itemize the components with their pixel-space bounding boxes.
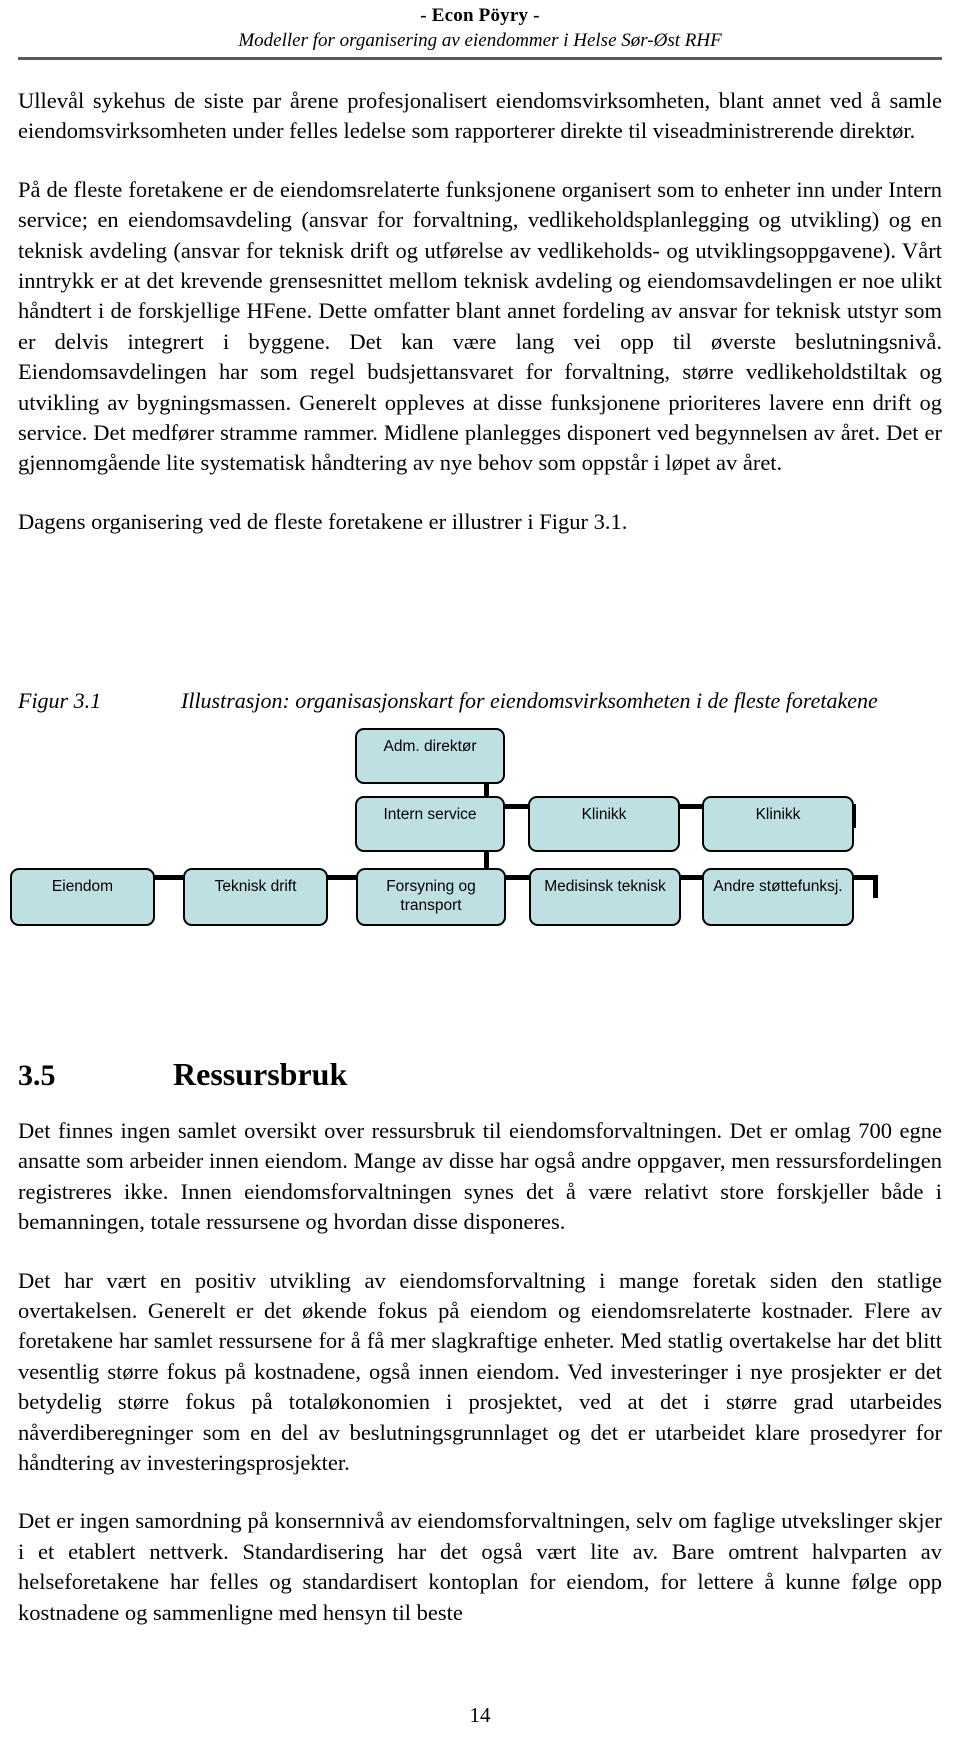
org-node-teknisk-drift: Teknisk drift — [183, 868, 328, 926]
paragraph-ullevaal: Ullevål sykehus de siste par årene profe… — [18, 88, 942, 144]
paragraph-positiv-utvikling: Det har vært en positiv utvikling av eie… — [18, 1267, 942, 1476]
section-number: 3.5 — [18, 1059, 56, 1092]
running-header: - Econ Pöyry - Modeller for organisering… — [0, 0, 960, 53]
org-node-label: Medisinsk teknisk — [544, 878, 666, 895]
org-node-adm-direktor: Adm. direktør — [355, 728, 505, 784]
paragraph-samordning: Det er ingen samordning på konsernnivå a… — [18, 1508, 942, 1625]
organisation-chart: Adm. direktør Intern service Klinikk Kli… — [0, 718, 960, 950]
paragraph-figure-reference: Dagens organisering ved de fleste foreta… — [18, 508, 628, 534]
figure-caption: Figur 3.1 Illustrasjon: organisasjonskar… — [18, 686, 942, 716]
org-node-klinikk-1: Klinikk — [528, 796, 680, 852]
org-node-andre-stottefunksjoner: Andre støttefunksj. — [702, 868, 854, 926]
org-node-forsyning-og-transport: Forsyning og transport — [356, 868, 506, 926]
section-heading-ressursbruk: 3.5 Ressursbruk — [18, 1055, 942, 1095]
page-number: 14 — [469, 1703, 491, 1727]
section-title: Ressursbruk — [173, 1056, 348, 1092]
connector-drop-andre — [873, 875, 878, 898]
org-node-eiendom: Eiendom — [10, 868, 155, 926]
paragraph-organisering: På de fleste foretakene er de eiendomsre… — [18, 176, 942, 476]
org-node-label: Teknisk drift — [214, 878, 297, 895]
org-node-label: Adm. direktør — [383, 738, 477, 755]
org-node-klinikk-2: Klinikk — [702, 796, 854, 852]
figure-caption-text: Illustrasjon: organisasjonskart for eien… — [181, 688, 878, 713]
org-node-medisinsk-teknisk: Medisinsk teknisk — [529, 868, 681, 926]
org-node-label: Intern service — [383, 806, 477, 823]
paragraph-ressursbruk-oversikt: Det finnes ingen samlet oversikt over re… — [18, 1118, 942, 1235]
body-text-top: Ullevål sykehus de siste par årene profe… — [18, 86, 942, 537]
org-node-label: Forsyning og transport — [386, 878, 476, 914]
figure-label: Figur 3.1 — [18, 688, 102, 713]
org-node-label: Eiendom — [51, 878, 114, 895]
body-text-bottom: Det finnes ingen samlet oversikt over re… — [18, 1116, 942, 1628]
header-company-name: - Econ Pöyry - — [420, 5, 540, 26]
org-node-label: Klinikk — [755, 806, 801, 823]
document-page: - Econ Pöyry - Modeller for organisering… — [0, 0, 960, 1752]
org-node-label: Andre støttefunksj. — [713, 878, 843, 895]
org-node-intern-service: Intern service — [355, 796, 505, 852]
header-document-title: Modeller for organisering av eiendommer … — [238, 30, 722, 51]
header-divider-rule — [18, 57, 942, 60]
org-node-label: Klinikk — [581, 806, 627, 823]
